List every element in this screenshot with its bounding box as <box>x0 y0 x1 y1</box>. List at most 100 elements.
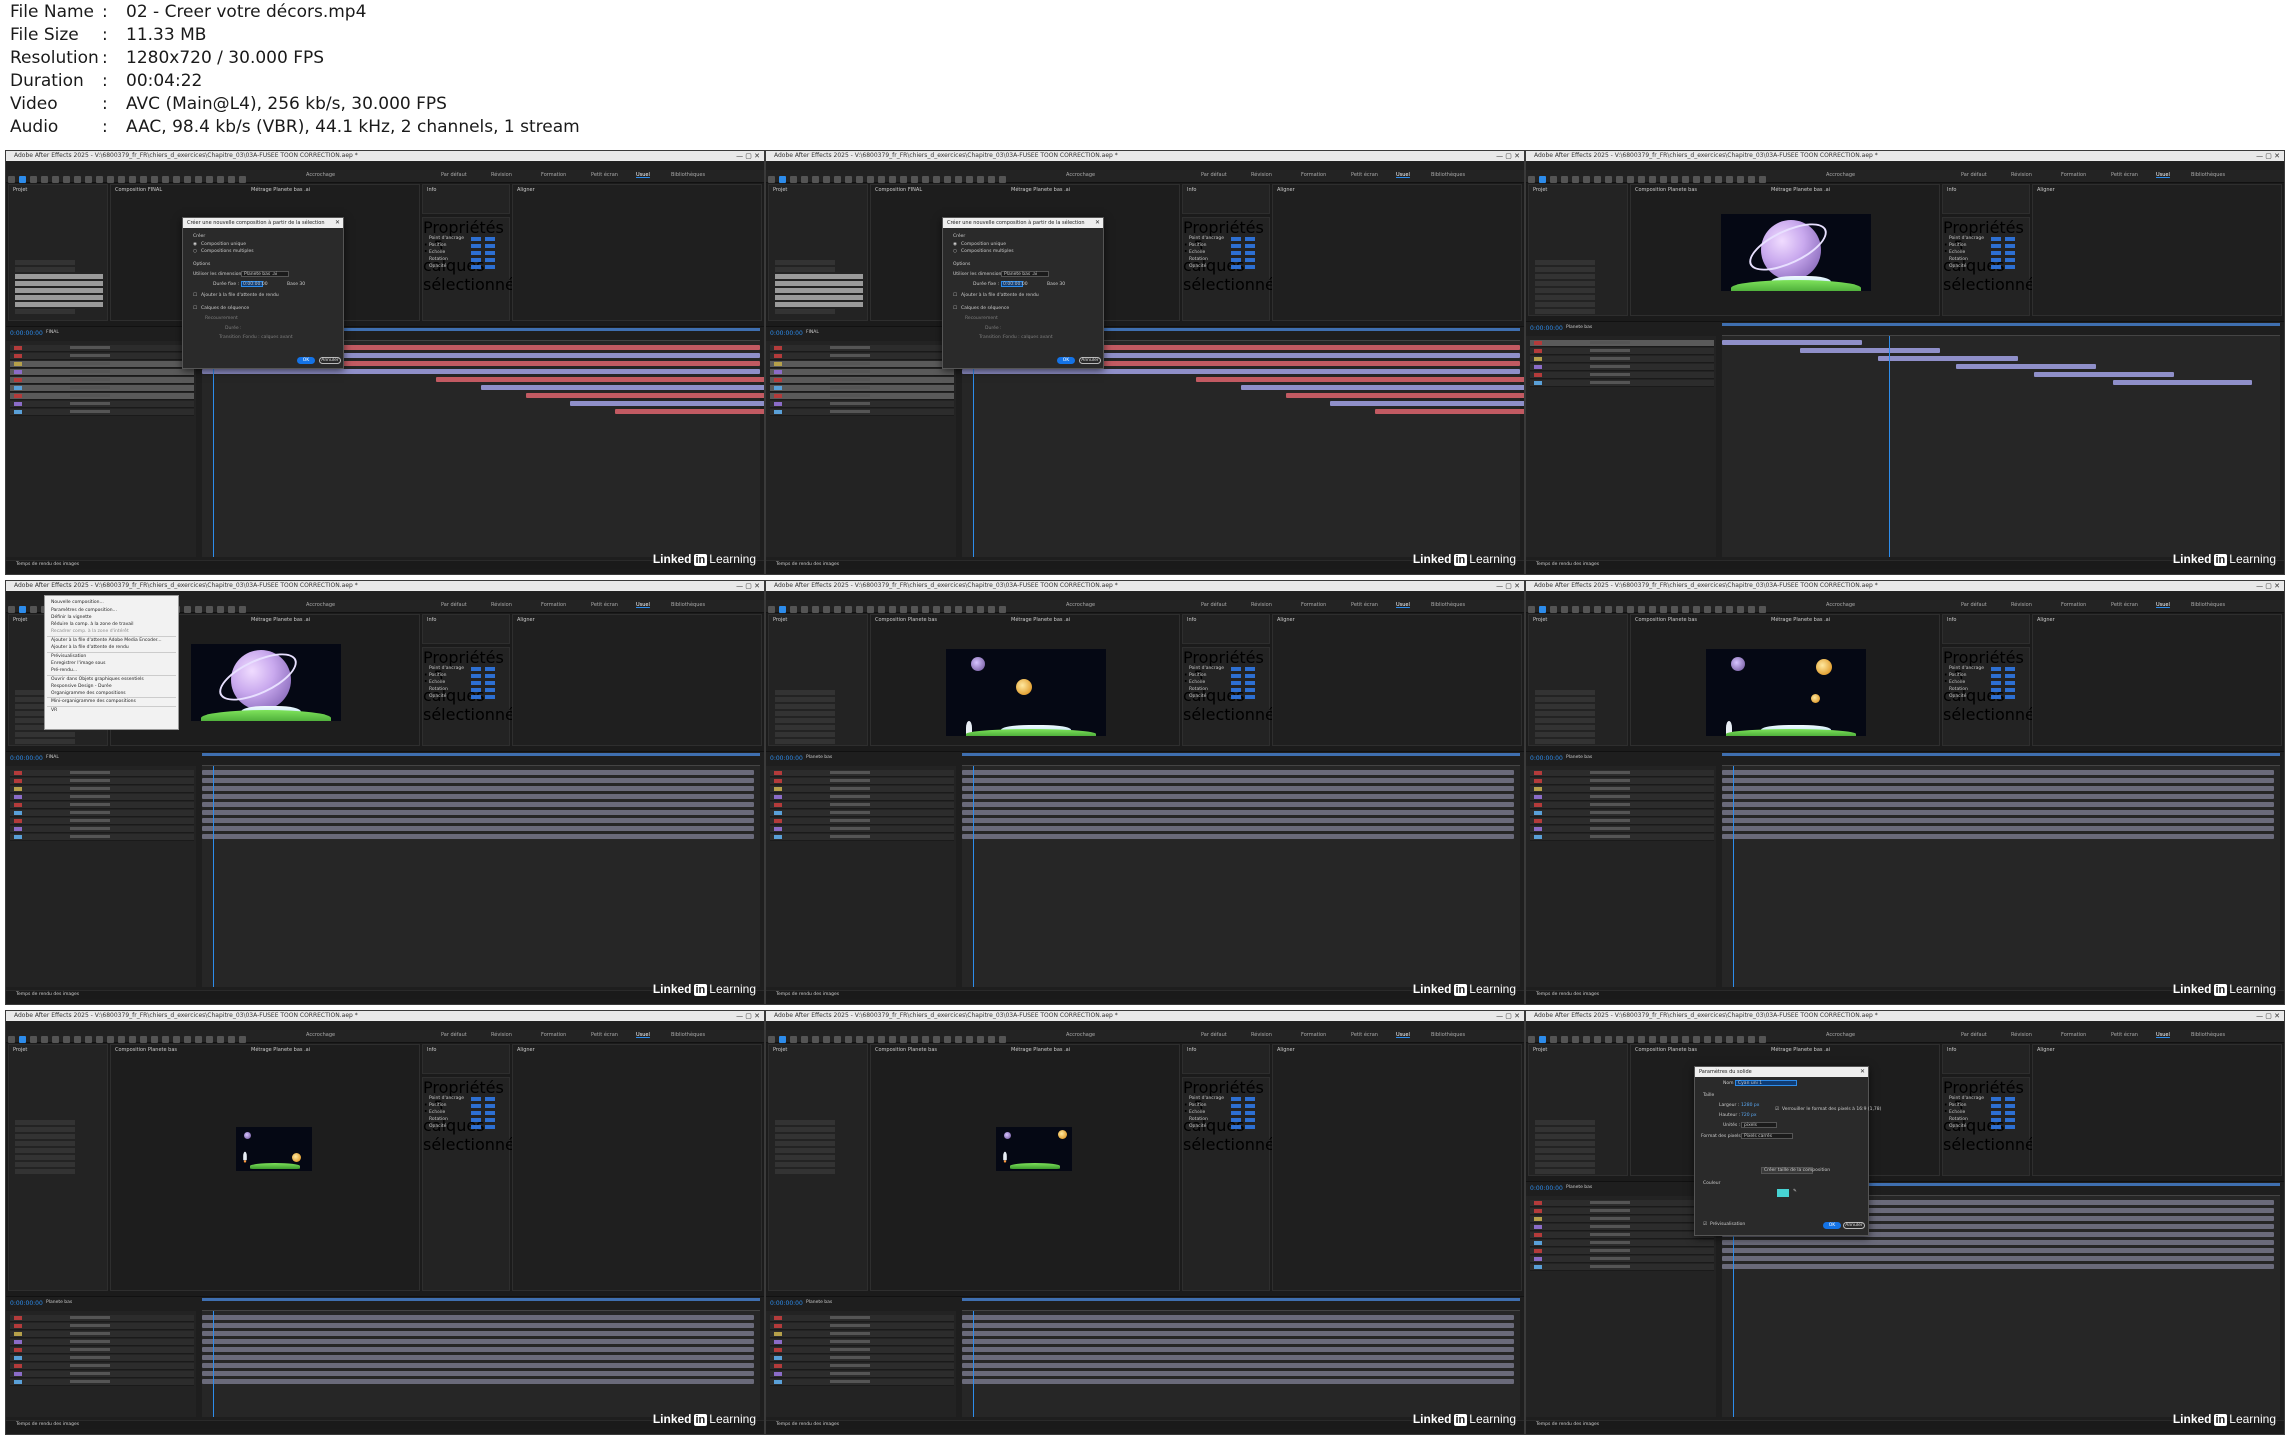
tool-icon[interactable] <box>1715 606 1722 613</box>
workspace-tab[interactable]: Révision <box>1251 172 1272 178</box>
transform-value[interactable] <box>1231 1125 1241 1129</box>
project-item[interactable] <box>1535 1120 1595 1125</box>
checkbox[interactable]: ☐ <box>953 306 957 311</box>
transform-value[interactable] <box>1245 667 1255 671</box>
project-item[interactable] <box>1535 281 1595 286</box>
layer-label-color[interactable] <box>14 354 22 358</box>
tool-icon[interactable] <box>933 606 940 613</box>
tool-icon[interactable] <box>1572 606 1579 613</box>
tool-icon[interactable] <box>856 176 863 183</box>
layer-row[interactable] <box>1530 1256 1714 1263</box>
layer-label-color[interactable] <box>14 779 22 783</box>
layer-duration-bar[interactable] <box>202 1339 755 1344</box>
workspace-tab[interactable]: Révision <box>491 172 512 178</box>
layer-label-color[interactable] <box>1534 341 1542 345</box>
tool-icon[interactable] <box>944 606 951 613</box>
tool-icon[interactable] <box>790 1036 797 1043</box>
transform-value[interactable] <box>2005 251 2015 255</box>
layer-row[interactable] <box>770 377 954 384</box>
transform-value[interactable] <box>471 1118 481 1122</box>
project-item[interactable] <box>775 697 835 702</box>
layer-duration-bar[interactable] <box>1722 818 2275 823</box>
layer-duration-bar[interactable] <box>962 1339 1515 1344</box>
tool-icon[interactable] <box>1638 1036 1645 1043</box>
tool-icon[interactable] <box>173 1036 180 1043</box>
project-item[interactable] <box>15 274 103 279</box>
context-menu-item[interactable]: Nouvelle composition... <box>51 600 104 605</box>
tool-icon[interactable] <box>966 176 973 183</box>
layer-row[interactable] <box>770 834 954 841</box>
transform-value[interactable] <box>1245 674 1255 678</box>
tool-icon[interactable] <box>8 176 15 183</box>
transform-value[interactable] <box>485 688 495 692</box>
layer-row[interactable] <box>770 1331 954 1338</box>
layer-duration-bar[interactable] <box>1722 340 1862 345</box>
tool-icon[interactable] <box>1627 1036 1634 1043</box>
tool-icon[interactable] <box>239 606 246 613</box>
window-controls[interactable]: — ▢ ✕ <box>1496 151 1520 161</box>
project-item[interactable] <box>1535 1155 1595 1160</box>
tool-icon[interactable] <box>1671 1036 1678 1043</box>
layer-duration-bar[interactable] <box>962 834 1515 839</box>
layer-label-color[interactable] <box>774 835 782 839</box>
tool-icon[interactable] <box>955 176 962 183</box>
properties-tab[interactable]: Propriétés : 5 calques sélectionnés <box>423 218 523 294</box>
timeline-tab[interactable]: Planete bas <box>1566 325 1592 330</box>
project-item[interactable] <box>15 739 75 744</box>
layer-label-color[interactable] <box>1534 835 1542 839</box>
tool-icon[interactable] <box>999 606 1006 613</box>
tool-icon[interactable] <box>856 606 863 613</box>
align-tab[interactable]: Aligner <box>2037 187 2055 193</box>
transform-value[interactable] <box>471 244 481 248</box>
transform-value[interactable] <box>1245 1125 1255 1129</box>
properties-tab[interactable]: Propriétés : 5 calques sélectionnés <box>1183 648 1283 724</box>
transform-value[interactable] <box>1991 244 2001 248</box>
context-menu-item[interactable]: Réduire la comp. à la zone de travail <box>51 622 134 627</box>
project-item[interactable] <box>775 711 835 716</box>
layer-label-color[interactable] <box>774 402 782 406</box>
layer-label-color[interactable] <box>774 370 782 374</box>
tool-icon[interactable] <box>239 176 246 183</box>
transform-value[interactable] <box>471 681 481 685</box>
layer-label-color[interactable] <box>14 1372 22 1376</box>
layer-label-color[interactable] <box>1534 349 1542 353</box>
tool-icon[interactable] <box>977 1036 984 1043</box>
transform-value[interactable] <box>1231 265 1241 269</box>
transform-value[interactable] <box>485 244 495 248</box>
tool-icon[interactable] <box>1682 176 1689 183</box>
tool-icon[interactable] <box>867 1036 874 1043</box>
tool-icon[interactable] <box>140 176 147 183</box>
tool-icon[interactable] <box>1627 606 1634 613</box>
project-item[interactable] <box>15 1155 75 1160</box>
project-tab[interactable]: Projet <box>773 187 787 193</box>
project-item[interactable] <box>1535 267 1595 272</box>
layer-label-color[interactable] <box>14 1356 22 1360</box>
layer-label-color[interactable] <box>774 827 782 831</box>
layer-duration-bar[interactable] <box>202 369 760 374</box>
transform-value[interactable] <box>471 1125 481 1129</box>
layer-row[interactable] <box>1530 778 1714 785</box>
composition-tab[interactable]: Composition FINAL <box>875 187 922 193</box>
tool-icon[interactable] <box>867 606 874 613</box>
layer-row[interactable] <box>10 818 194 825</box>
tool-icon[interactable] <box>889 1036 896 1043</box>
snap-label[interactable]: Accrochage <box>1826 172 1855 178</box>
close-icon[interactable]: ✕ <box>1860 1067 1865 1077</box>
layer-row[interactable] <box>10 786 194 793</box>
tool-icon[interactable] <box>8 606 15 613</box>
layer-label-color[interactable] <box>14 771 22 775</box>
layer-duration-bar[interactable] <box>1722 1248 2275 1253</box>
tool-icon[interactable] <box>1704 176 1711 183</box>
context-menu-item[interactable]: Mini-organigramme des compositions <box>51 699 136 704</box>
project-item[interactable] <box>775 1141 835 1146</box>
transform-value[interactable] <box>1231 674 1241 678</box>
tool-icon[interactable] <box>63 176 70 183</box>
layer-label-color[interactable] <box>774 354 782 358</box>
workspace-tab[interactable]: Bibliothèques <box>1431 602 1465 608</box>
transform-value[interactable] <box>1245 258 1255 262</box>
layer-label-color[interactable] <box>1534 819 1542 823</box>
project-item[interactable] <box>1535 288 1595 293</box>
tool-icon[interactable] <box>1759 1036 1766 1043</box>
layer-label-color[interactable] <box>14 378 22 382</box>
current-time-indicator[interactable] <box>973 341 975 557</box>
